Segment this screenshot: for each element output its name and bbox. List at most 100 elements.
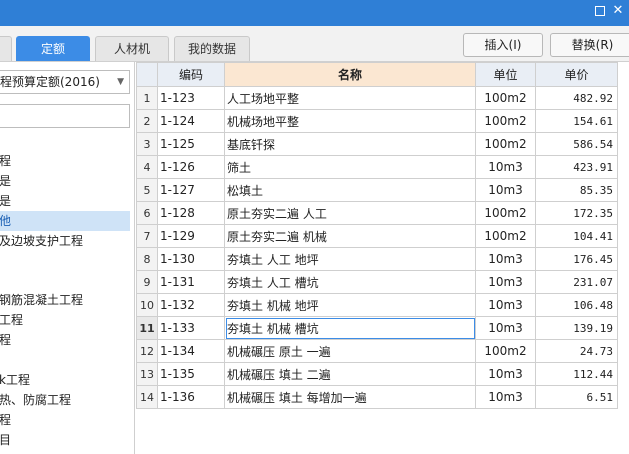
unit-cell[interactable]: 10m3: [475, 155, 536, 179]
table-row[interactable]: 4 1-126 筛土 10m3 423.91: [136, 155, 618, 179]
row-number: 14: [136, 385, 158, 409]
name-cell[interactable]: 机械碾压 填土 二遍: [224, 362, 476, 386]
price-cell[interactable]: 24.73: [535, 339, 618, 363]
unit-cell[interactable]: 100m2: [475, 86, 536, 110]
tab-hidden[interactable]: [0, 36, 12, 61]
quota-tree-panel: 程预算定额(2016) ▼ 程是是他及边坡支护工程 钢筋混凝土工程 工程程 k工程 热、…: [0, 62, 135, 454]
price-cell[interactable]: 154.61: [535, 109, 618, 133]
name-cell[interactable]: 夯填土 机械 槽坑: [224, 316, 476, 340]
code-cell[interactable]: 1-128: [157, 201, 225, 225]
tree-item[interactable]: 他: [0, 211, 130, 231]
price-cell[interactable]: 104.41: [535, 224, 618, 248]
unit-cell[interactable]: 10m3: [475, 293, 536, 317]
code-cell[interactable]: 1-123: [157, 86, 225, 110]
name-cell[interactable]: 基底钎探: [224, 132, 476, 156]
code-cell[interactable]: 1-124: [157, 109, 225, 133]
price-cell[interactable]: 423.91: [535, 155, 618, 179]
tab-quota[interactable]: 定额: [16, 36, 90, 61]
unit-cell[interactable]: 10m3: [475, 362, 536, 386]
name-cell[interactable]: 松填土: [224, 178, 476, 202]
code-cell[interactable]: 1-132: [157, 293, 225, 317]
name-cell[interactable]: 机械场地平整: [224, 109, 476, 133]
chevron-down-icon[interactable]: ▼: [117, 71, 124, 93]
table-row[interactable]: 11 1-133 夯填土 机械 槽坑 10m3 139.19: [136, 316, 618, 340]
unit-cell[interactable]: 10m3: [475, 247, 536, 271]
tree-item[interactable]: 热、防腐工程: [0, 390, 130, 410]
column-header-price[interactable]: 单价: [535, 62, 618, 87]
tree-item[interactable]: 是: [0, 191, 130, 211]
price-cell[interactable]: 586.54: [535, 132, 618, 156]
price-cell[interactable]: 106.48: [535, 293, 618, 317]
column-header-unit[interactable]: 单位: [475, 62, 536, 87]
code-cell[interactable]: 1-127: [157, 178, 225, 202]
code-cell[interactable]: 1-130: [157, 247, 225, 271]
column-header-code[interactable]: 编码: [157, 62, 225, 87]
table-row[interactable]: 13 1-135 机械碾压 填土 二遍 10m3 112.44: [136, 362, 618, 386]
tab-labor-material-machine[interactable]: 人材机: [95, 36, 169, 61]
maximize-icon[interactable]: [593, 4, 607, 18]
tree-item[interactable]: 工程: [0, 310, 130, 330]
code-cell[interactable]: 1-125: [157, 132, 225, 156]
search-input[interactable]: [0, 104, 130, 128]
tree-item[interactable]: 及边坡支护工程: [0, 231, 130, 251]
unit-cell[interactable]: 10m3: [475, 385, 536, 409]
unit-cell[interactable]: 10m3: [475, 270, 536, 294]
code-cell[interactable]: 1-129: [157, 224, 225, 248]
table-row[interactable]: 12 1-134 机械碾压 原土 一遍 100m2 24.73: [136, 339, 618, 363]
tree-item[interactable]: 目: [0, 430, 130, 450]
tree-item[interactable]: 是: [0, 171, 130, 191]
row-number: 13: [136, 362, 158, 386]
unit-cell[interactable]: 100m2: [475, 224, 536, 248]
table-row[interactable]: 14 1-136 机械碾压 填土 每增加一遍 10m3 6.51: [136, 385, 618, 409]
price-cell[interactable]: 482.92: [535, 86, 618, 110]
price-cell[interactable]: 139.19: [535, 316, 618, 340]
price-cell[interactable]: 172.35: [535, 201, 618, 225]
table-row[interactable]: 1 1-123 人工场地平整 100m2 482.92: [136, 86, 618, 110]
code-cell[interactable]: 1-135: [157, 362, 225, 386]
unit-cell[interactable]: 100m2: [475, 109, 536, 133]
unit-cell[interactable]: 10m3: [475, 178, 536, 202]
price-cell[interactable]: 6.51: [535, 385, 618, 409]
name-cell[interactable]: 机械碾压 原土 一遍: [224, 339, 476, 363]
price-cell[interactable]: 85.35: [535, 178, 618, 202]
unit-cell[interactable]: 100m2: [475, 339, 536, 363]
unit-cell[interactable]: 100m2: [475, 201, 536, 225]
tree-item[interactable]: k工程: [0, 370, 130, 390]
code-cell[interactable]: 1-133: [157, 316, 225, 340]
name-cell[interactable]: 人工场地平整: [224, 86, 476, 110]
name-cell[interactable]: 夯填土 人工 槽坑: [224, 270, 476, 294]
table-row[interactable]: 5 1-127 松填土 10m3 85.35: [136, 178, 618, 202]
name-cell[interactable]: 原土夯实二遍 机械: [224, 224, 476, 248]
tab-my-data[interactable]: 我的数据: [174, 36, 250, 61]
name-cell[interactable]: 机械碾压 填土 每增加一遍: [224, 385, 476, 409]
tree-item[interactable]: 程: [0, 330, 130, 350]
code-cell[interactable]: 1-126: [157, 155, 225, 179]
insert-button[interactable]: 插入(I): [463, 33, 543, 57]
table-row[interactable]: 10 1-132 夯填土 机械 地坪 10m3 106.48: [136, 293, 618, 317]
tree-item[interactable]: 程: [0, 410, 130, 430]
code-cell[interactable]: 1-131: [157, 270, 225, 294]
table-row[interactable]: 6 1-128 原土夯实二遍 人工 100m2 172.35: [136, 201, 618, 225]
tree-item[interactable]: 钢筋混凝土工程: [0, 290, 130, 310]
table-row[interactable]: 9 1-131 夯填土 人工 槽坑 10m3 231.07: [136, 270, 618, 294]
table-row[interactable]: 3 1-125 基底钎探 100m2 586.54: [136, 132, 618, 156]
close-icon[interactable]: ✕: [611, 4, 625, 18]
tree-item[interactable]: 程: [0, 151, 130, 171]
price-cell[interactable]: 231.07: [535, 270, 618, 294]
column-header-name[interactable]: 名称: [224, 62, 476, 87]
unit-cell[interactable]: 100m2: [475, 132, 536, 156]
replace-button[interactable]: 替换(R): [550, 33, 629, 57]
quota-library-select[interactable]: 程预算定额(2016) ▼: [0, 70, 130, 94]
name-cell[interactable]: 夯填土 人工 地坪: [224, 247, 476, 271]
unit-cell[interactable]: 10m3: [475, 316, 536, 340]
code-cell[interactable]: 1-134: [157, 339, 225, 363]
name-cell[interactable]: 原土夯实二遍 人工: [224, 201, 476, 225]
code-cell[interactable]: 1-136: [157, 385, 225, 409]
name-cell[interactable]: 夯填土 机械 地坪: [224, 293, 476, 317]
table-row[interactable]: 7 1-129 原土夯实二遍 机械 100m2 104.41: [136, 224, 618, 248]
table-row[interactable]: 8 1-130 夯填土 人工 地坪 10m3 176.45: [136, 247, 618, 271]
price-cell[interactable]: 176.45: [535, 247, 618, 271]
price-cell[interactable]: 112.44: [535, 362, 618, 386]
table-row[interactable]: 2 1-124 机械场地平整 100m2 154.61: [136, 109, 618, 133]
name-cell[interactable]: 筛土: [224, 155, 476, 179]
